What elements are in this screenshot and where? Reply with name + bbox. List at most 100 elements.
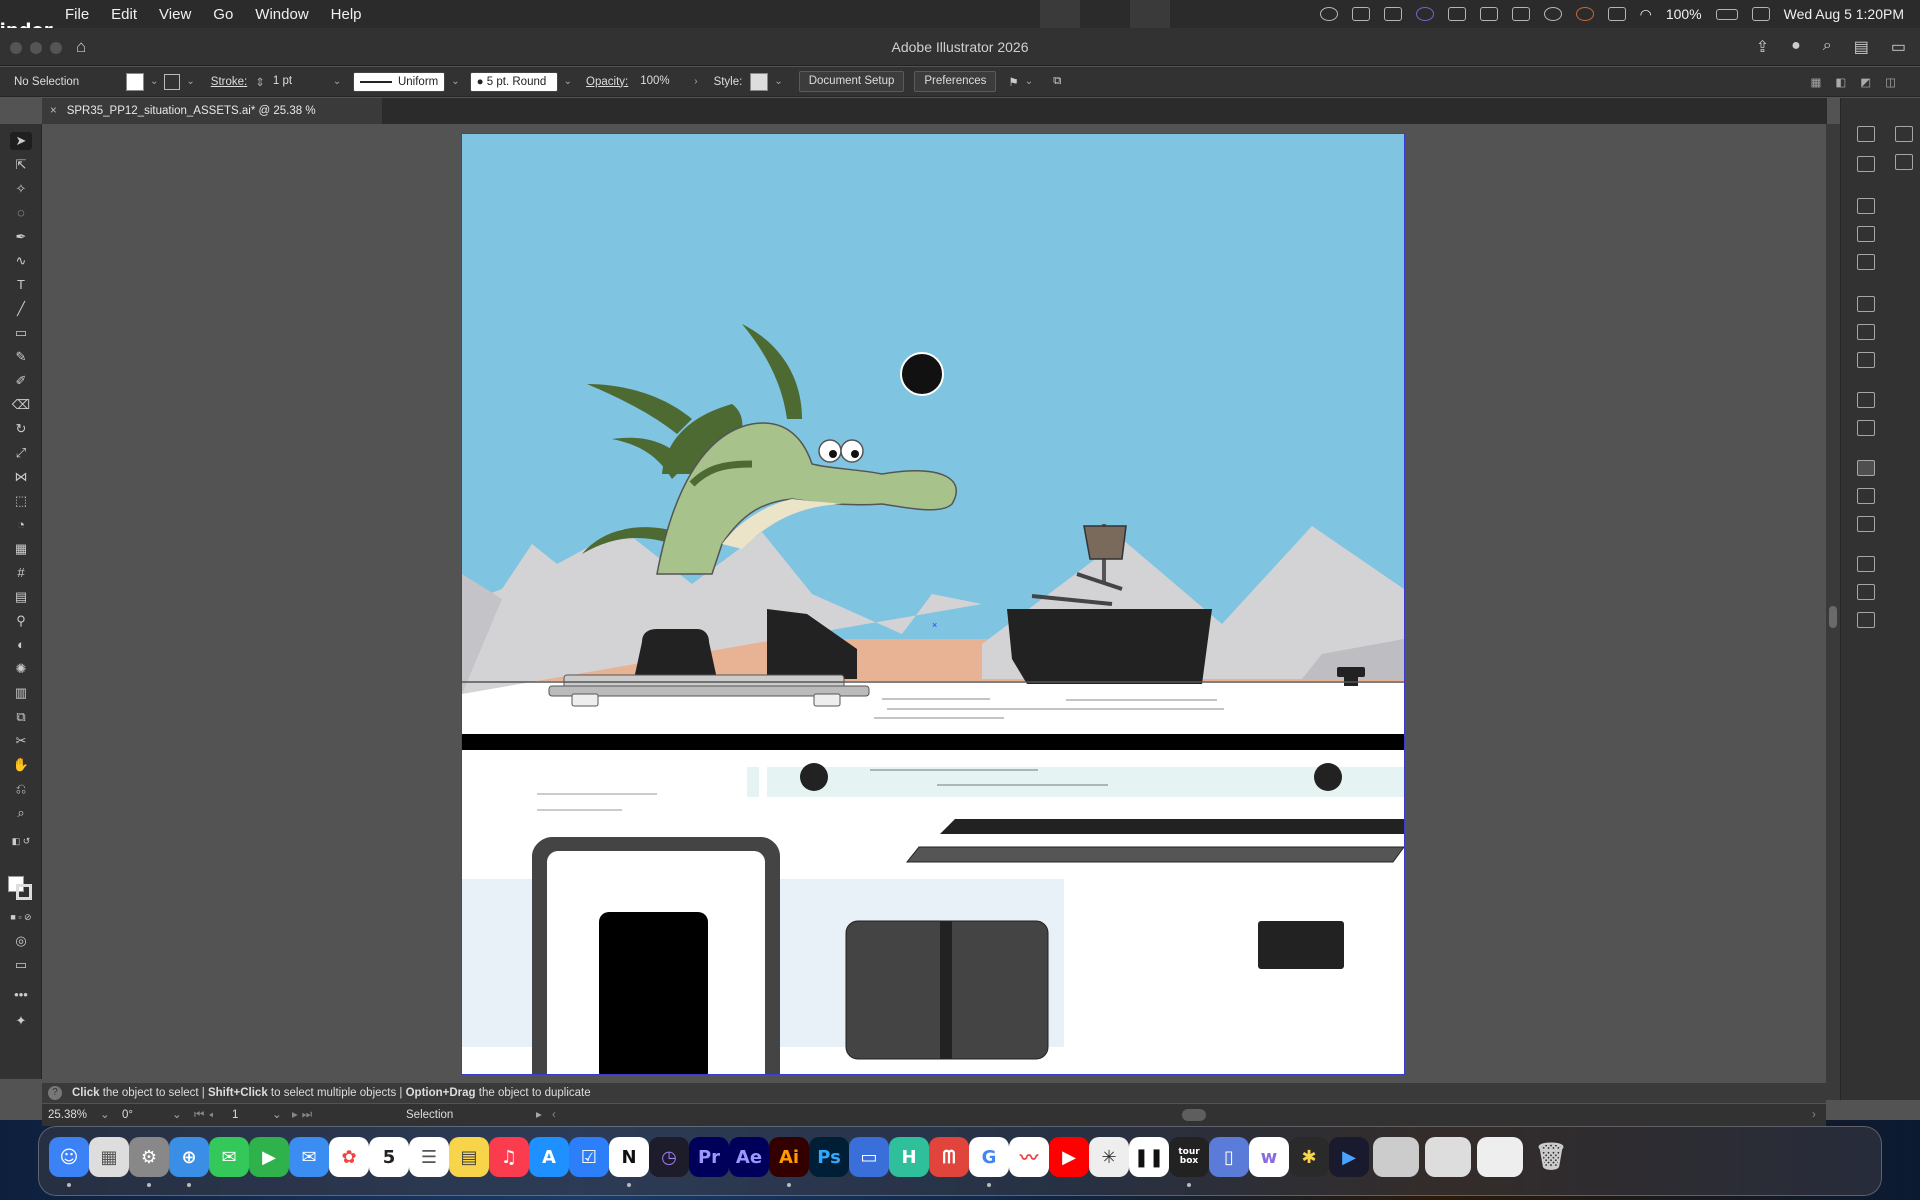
stroke-weight-dropdown-icon[interactable]: ⌄ [333,76,341,87]
variable-width-profile[interactable]: Uniform [353,71,446,92]
edit-toolbar-icon[interactable]: ••• [10,986,32,1004]
scale-tool-icon[interactable]: ⤢ [10,444,32,462]
menubar-clock[interactable]: Wed Aug 5 1:20PM [1784,6,1904,22]
mesh-tool-icon[interactable]: # [10,564,32,582]
tourbox-icon[interactable]: tour box [1169,1137,1209,1177]
zoom-tool-icon[interactable]: ⌕ [10,804,32,822]
creative-cloud-icon[interactable] [1319,7,1338,21]
pen-tool-icon[interactable]: ✒ [10,228,32,246]
rotation-angle[interactable]: 0° [122,1106,172,1124]
photos-icon[interactable]: ✿ [329,1137,369,1177]
notifications-icon[interactable]: ● [1791,37,1801,57]
paintbrush-icon[interactable]: ✎ [10,348,32,366]
stroke-dropdown-icon[interactable]: ⌄ [186,76,194,87]
gradient-tool-icon[interactable]: ▤ [10,588,32,606]
h-app-icon[interactable]: H [889,1137,929,1177]
trash-icon[interactable]: 🗑 [1531,1137,1571,1177]
zoom-level[interactable]: 25.38% [48,1106,104,1124]
properties-icon[interactable] [1857,156,1875,172]
artboards-icon[interactable] [1857,516,1875,532]
perspective-grid-icon[interactable]: ▦ [10,540,32,558]
menu-file[interactable]: File [54,6,100,23]
tasks-icon[interactable]: ☑ [569,1137,609,1177]
brush-definition[interactable]: ● 5 pt. Round [469,71,558,92]
eraser-icon[interactable]: ⌫ [10,396,32,414]
music-icon[interactable]: ♫ [489,1137,529,1177]
reminders-icon[interactable]: ☰ [409,1137,449,1177]
graph-tool-icon[interactable]: ▥ [10,684,32,702]
scroll-right-icon[interactable]: › [1812,1106,1816,1124]
after-effects-icon[interactable]: Ae [729,1137,769,1177]
messages-icon[interactable]: ✉ [209,1137,249,1177]
opacity-field[interactable]: 100% [634,72,688,92]
pinwheel-app-icon[interactable]: ✱ [1289,1137,1329,1177]
pin-tool-icon[interactable]: ✦ [10,1012,32,1030]
preferences-button[interactable]: Preferences [914,71,997,92]
lasso-icon[interactable]: ◌ [10,204,32,222]
pathfinder-icon[interactable] [1857,612,1875,628]
artboard-tool-icon[interactable]: ⧉ [10,708,32,726]
calendar-icon[interactable]: 5 [369,1137,409,1177]
system-settings-icon[interactable]: ⚙ [129,1137,169,1177]
dropbox-icon[interactable] [1479,7,1498,21]
stroke-panel-icon[interactable] [1857,296,1875,312]
document-setup-button[interactable]: Document Setup [798,71,905,92]
finder-icon[interactable]: ☺ [49,1137,89,1177]
draw-mode-icon[interactable]: ◎ [10,932,32,950]
battery-icon[interactable] [1715,8,1738,20]
zoom-dropdown-icon[interactable]: ⌄ [100,1106,110,1124]
artboard-prev-icons[interactable]: ⏮◂ [194,1106,218,1124]
scroll-left-icon[interactable]: ‹ [552,1106,556,1124]
grapher-icon[interactable]: 〰 [1009,1137,1049,1177]
align-panel-icon[interactable] [1857,584,1875,600]
gradient-panel-icon[interactable] [1857,324,1875,340]
style-dropdown-icon[interactable]: ⌄ [774,76,782,87]
artboard-number[interactable]: 1 [232,1106,272,1124]
menu-edit[interactable]: Edit [100,6,148,23]
width-tool-icon[interactable]: ⋈ [10,468,32,486]
color-mode-icons[interactable]: ■ ▫ ⊘ [10,908,32,926]
share-icon[interactable]: ⇪ [1756,37,1769,57]
m-app-icon[interactable]: ᗰ [929,1137,969,1177]
vertical-scroll-thumb[interactable] [1829,606,1837,628]
w-app-icon[interactable]: w [1249,1137,1289,1177]
facetime-icon[interactable]: ▶ [249,1137,289,1177]
youtube-icon[interactable]: ▶ [1049,1137,1089,1177]
swatches-icon[interactable] [1857,198,1875,214]
opacity-arrow-icon[interactable]: › [694,76,697,87]
angle-dropdown-icon[interactable]: ⌄ [172,1106,182,1124]
align-icons[interactable]: ▦◧◩◫ [1811,75,1910,89]
rotate-tool-icon[interactable]: ↻ [10,420,32,438]
window-icon[interactable] [1383,7,1402,21]
arrange-dropdown-icon[interactable]: ⌄ [1025,76,1033,87]
type-tool-icon[interactable]: T [10,276,32,294]
stroke-color-box[interactable] [16,884,32,900]
shape-builder-icon[interactable]: ◔ [10,516,32,534]
canvas-area[interactable]: × [43,124,1826,1079]
search-icon[interactable]: ⌕ [1823,37,1832,57]
illustrator-icon[interactable]: Ai [769,1137,809,1177]
fill-dropdown-icon[interactable]: ⌄ [150,76,158,87]
launchpad-icon[interactable]: ▦ [89,1137,129,1177]
zoom-app-icon[interactable]: ▶ [1329,1137,1369,1177]
premiere-pro-icon[interactable]: Pr [689,1137,729,1177]
brush-dropdown-icon[interactable]: ⌄ [564,76,572,87]
download-icon[interactable] [1511,7,1530,21]
current-tool-status[interactable]: Selection [406,1106,453,1124]
notes-icon[interactable]: ▤ [449,1137,489,1177]
transparency-icon[interactable] [1857,352,1875,368]
stroke-label[interactable]: Stroke: [211,76,247,88]
vertical-scrollbar[interactable] [1826,124,1840,1100]
appearance-icon[interactable] [1857,392,1875,408]
asset-export-icon[interactable] [1857,488,1875,504]
line-tool-icon[interactable]: ╱ [10,300,32,318]
selection-tool-icon[interactable]: ➤ [10,132,32,150]
direct-selection-tool-icon[interactable]: ⇱ [10,156,32,174]
chrome-icon[interactable]: G [969,1137,1009,1177]
default-colors-icon[interactable]: ◧ ↺ [10,832,32,850]
search-icon[interactable] [1543,7,1562,21]
app-store-icon[interactable]: A [529,1137,569,1177]
layers-icon[interactable] [1857,460,1875,476]
isolate-icon[interactable]: ⧉ [1053,75,1061,88]
screen-mode-icon[interactable]: ▭ [10,956,32,974]
